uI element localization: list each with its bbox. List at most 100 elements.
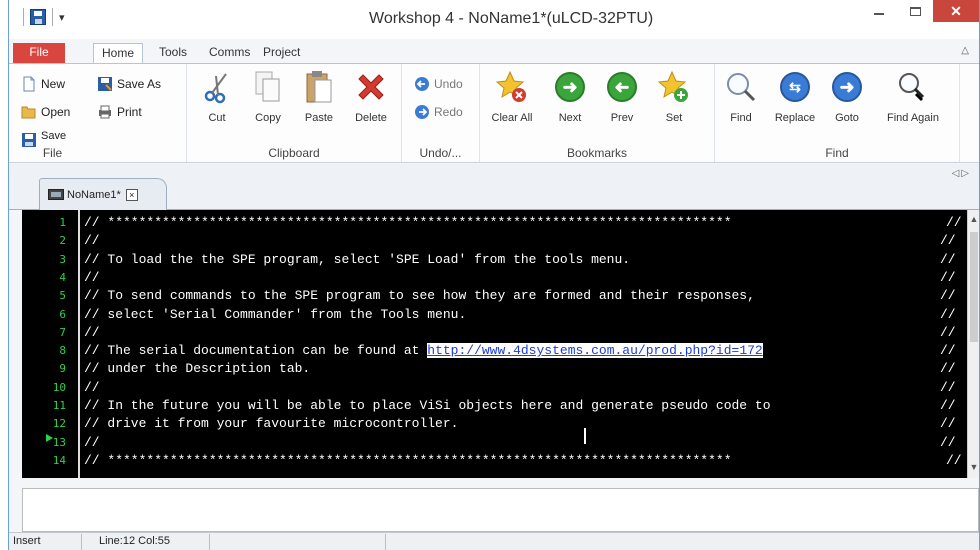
prev-bookmark-button[interactable]: ➜ Prev [596,70,648,124]
scroll-down-icon[interactable]: ▼ [968,462,979,472]
undo-group: Undo Redo Undo/... [402,64,480,162]
find-button[interactable]: Find [715,70,767,124]
next-bookmark-button[interactable]: ➜ Next [544,70,596,124]
right-comment-marker: // [940,233,956,249]
right-comment-marker: // [940,269,956,285]
tab-home[interactable]: Home [93,43,144,64]
app-window: ▾ Workshop 4 - NoName1*(uLCD-32PTU) ✕ Fi… [8,0,980,550]
open-button[interactable]: Open [21,104,70,120]
replace-button[interactable]: ⇆ Replace [769,70,821,124]
star-clear-icon [495,70,529,104]
line-number: 4 [59,270,66,284]
line-number: 1 [59,216,66,229]
find-label: Find [730,112,752,124]
line-number: 7 [59,325,66,339]
set-label: Set [665,112,683,124]
cut-button[interactable]: Cut [191,70,243,124]
line-number: 10 [52,380,66,394]
right-comment-marker: // [940,306,956,322]
cut-label: Cut [208,112,226,124]
tab-comms[interactable]: Comms [201,43,258,63]
find-again-label: Find Again [887,112,939,124]
scroll-thumb[interactable] [970,232,978,342]
clear-all-label: Clear All [491,112,533,124]
print-button[interactable]: Print [97,104,142,120]
set-bookmark-button[interactable]: Set [648,70,700,124]
delete-x-icon [354,70,388,104]
code-line: // The serial documentation can be found… [84,342,944,360]
right-comment-marker: // [940,434,956,450]
undo-button[interactable]: Undo [414,76,463,92]
undo-label: Undo [434,77,463,91]
code-line: // *************************************… [84,215,732,230]
ribbon-collapse-icon[interactable]: △ [961,45,969,56]
code-line: // In the future you will be able to pla… [84,398,771,413]
close-button[interactable]: ✕ [933,0,979,22]
cursor-position-status: Line:12 Col:55 [99,535,170,547]
redo-button[interactable]: Redo [414,104,463,120]
maximize-icon [909,6,921,16]
right-comment-marker: // [940,324,956,340]
clipboard-group-label: Clipboard [268,146,320,160]
open-folder-icon [21,106,36,119]
scissors-icon [200,70,234,104]
copy-button[interactable]: Copy [242,70,294,124]
file-group: New Save As Open Print Save File [9,64,187,162]
clear-all-button[interactable]: Clear All [486,70,538,124]
code-line: // *************************************… [84,452,732,468]
quick-access-toolbar: ▾ [23,8,65,26]
find-group: Find ⇆ Replace ➜ Goto Find Again Find [715,64,960,162]
line-number: 9 [59,362,66,376]
scroll-up-icon[interactable]: ▲ [968,214,979,224]
copy-label: Copy [255,112,281,124]
tab-file[interactable]: File [13,43,65,63]
qat-dropdown-icon[interactable]: ▾ [59,11,65,24]
code-text: // The serial documentation can be found… [84,343,428,359]
right-comment-marker: // [940,416,956,432]
right-comment-marker: // [940,251,956,267]
right-comment-marker: // [940,288,956,304]
bookmarks-group-label: Bookmarks [566,146,628,160]
undo-icon [415,77,429,91]
code-line: // select 'Serial Commander' from the To… [84,306,467,322]
code-line: // [84,269,100,285]
replace-label: Replace [774,112,816,124]
window-title: Workshop 4 - NoName1*(uLCD-32PTU) [369,10,654,27]
qat-save-icon[interactable] [30,9,46,25]
minimize-button[interactable] [861,0,897,22]
documentation-link[interactable]: http://www.4dsystems.com.au/prod.php?id=… [427,343,763,359]
paste-button[interactable]: Paste [293,70,345,124]
goto-arrow-icon: ➜ [830,70,864,104]
code-editor[interactable]: 1 // ************************************… [22,210,979,478]
tab-project[interactable]: Project [255,43,308,63]
edit-mode-status: Insert [13,535,41,547]
save-as-button[interactable]: Save As [97,76,161,92]
line-number: 6 [59,307,66,321]
file-group-label: File [42,146,63,160]
tab-close-button[interactable]: × [125,188,138,201]
star-add-icon [657,70,691,104]
undo-group-label: Undo/... [419,146,462,160]
document-tab[interactable]: NoName1* × [39,178,167,210]
vertical-scrollbar[interactable]: ▲ ▼ [967,210,979,478]
find-again-button[interactable]: Find Again [881,70,945,124]
goto-button[interactable]: ➜ Goto [821,70,873,124]
tab-scroll-arrows-icon[interactable]: ◁▷ [952,168,971,179]
code-line: // [84,233,100,249]
line-number: 3 [59,252,66,266]
prev-arrow-icon: ➜ [605,70,639,104]
code-line: // [84,379,100,395]
code-line: // under the Description tab. [84,361,311,377]
current-line-marker-icon [46,434,53,442]
tab-tools[interactable]: Tools [151,43,195,63]
right-comment-marker: // [940,398,956,413]
maximize-button[interactable] [897,0,933,22]
redo-icon [415,105,429,119]
find-again-icon [896,70,930,104]
new-button[interactable]: New [21,76,65,92]
output-pane[interactable] [22,488,979,532]
paste-label: Paste [304,112,334,124]
code-line: // To load the the SPE program, select '… [84,251,631,267]
delete-button[interactable]: Delete [345,70,397,124]
new-label: New [41,77,66,91]
